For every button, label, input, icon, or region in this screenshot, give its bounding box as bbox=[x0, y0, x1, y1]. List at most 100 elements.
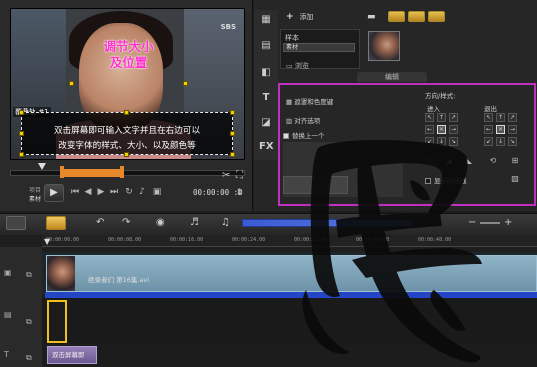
next-frame-icon[interactable]: ▶ bbox=[96, 186, 106, 198]
enter-direction-button[interactable]: ↙ bbox=[425, 137, 434, 146]
title-track-icon[interactable]: T bbox=[4, 350, 9, 359]
sound-mixer-icon[interactable]: ♬ bbox=[190, 217, 199, 228]
preview-screen[interactable]: 调节大小 及位置 SBS 覆叠轨 #1 双击屏幕即可输入文字并且在右边可以 改变… bbox=[10, 8, 245, 160]
play-button[interactable]: ▶ bbox=[44, 184, 64, 202]
subtitle-text-box[interactable]: 双击屏幕即可输入文字并且在右边可以 改变字体的样式、大小、以及颜色等 bbox=[21, 112, 233, 155]
project-mode-label[interactable]: 项目 bbox=[29, 185, 41, 194]
trim-end-marker[interactable] bbox=[120, 166, 124, 178]
video-track-icon[interactable]: ▣ bbox=[4, 268, 12, 277]
folder-icon[interactable]: ▬ bbox=[367, 12, 376, 22]
timecode-stepper-icon[interactable]: ⇕ bbox=[234, 187, 244, 199]
exit-direction-button[interactable]: → bbox=[508, 125, 517, 134]
zoom-in-icon[interactable]: + bbox=[504, 217, 512, 228]
timeline-view-button[interactable] bbox=[46, 216, 66, 230]
show-grid-check[interactable] bbox=[425, 178, 431, 184]
transition-icon[interactable]: ◧ bbox=[259, 67, 273, 79]
overlay-clip[interactable] bbox=[47, 300, 67, 343]
title-track-toggle-icon[interactable]: ⧉ bbox=[26, 353, 32, 363]
video-track-toggle-icon[interactable]: ⧉ bbox=[26, 270, 32, 280]
exit-direction-button[interactable]: ↗ bbox=[508, 113, 517, 122]
filter-fx-icon[interactable]: FX bbox=[259, 141, 274, 153]
enter-direction-button[interactable]: ↑ bbox=[437, 113, 446, 122]
enter-direction-button[interactable]: ↗ bbox=[449, 113, 458, 122]
resize-handle-right[interactable] bbox=[230, 131, 235, 136]
fade-out-icon[interactable]: ◣ bbox=[462, 156, 476, 167]
trim-start-marker[interactable] bbox=[60, 166, 64, 178]
browse-button[interactable]: ▭ 浏览 bbox=[286, 61, 309, 71]
zoom-out-icon[interactable]: − bbox=[468, 217, 476, 228]
expand-icon[interactable]: ⛶ bbox=[236, 170, 243, 181]
enter-direction-button[interactable]: ← bbox=[425, 125, 434, 134]
align-option[interactable]: ▥ 对齐选项 bbox=[286, 115, 320, 125]
exit-direction-button[interactable]: ↙ bbox=[484, 137, 493, 146]
exit-direction-button[interactable]: ← bbox=[484, 125, 493, 134]
previous-frame-icon[interactable]: ◀ bbox=[83, 186, 93, 198]
hd-preview-icon[interactable]: ▣ bbox=[152, 186, 162, 198]
repeat-icon[interactable]: ↻ bbox=[124, 186, 134, 198]
rotate-icon[interactable]: ⟲ bbox=[486, 156, 500, 167]
mask-chroma-option[interactable]: ▦ 遮罩和色度键 bbox=[286, 96, 333, 106]
exit-direction-button[interactable]: ↖ bbox=[484, 113, 493, 122]
playhead-marker-icon[interactable]: ▼ bbox=[44, 237, 50, 246]
zoom-track[interactable] bbox=[480, 222, 500, 224]
library-folder-media[interactable]: 素材 bbox=[283, 43, 355, 52]
instant-project-icon[interactable]: ▤ bbox=[259, 40, 273, 52]
scrubber-handle[interactable] bbox=[38, 163, 46, 170]
pause-motion-icon[interactable]: ⊡ bbox=[422, 156, 436, 167]
record-capture-icon[interactable]: ◉ bbox=[156, 217, 165, 228]
resize-handle-top-left[interactable] bbox=[19, 110, 24, 115]
scrub-bar[interactable] bbox=[10, 170, 245, 176]
enter-direction-button[interactable]: ↘ bbox=[449, 137, 458, 146]
exit-direction-button[interactable]: ↓ bbox=[496, 137, 505, 146]
exit-direction-button[interactable]: ↘ bbox=[508, 137, 517, 146]
redo-icon[interactable]: ↷ bbox=[122, 217, 130, 228]
grid-settings-icon[interactable]: ▨ bbox=[508, 174, 522, 185]
enter-direction-button[interactable]: → bbox=[449, 125, 458, 134]
show-grid-checkbox[interactable]: 显示网格线 bbox=[425, 175, 467, 185]
title-clip[interactable]: 双击屏幕即 bbox=[47, 346, 97, 364]
show-photo-button[interactable] bbox=[408, 11, 425, 22]
library-thumbnail[interactable] bbox=[368, 31, 400, 61]
storyboard-view-button[interactable] bbox=[6, 216, 26, 230]
resize-handle-top[interactable] bbox=[124, 110, 129, 115]
enter-direction-button[interactable]: ↖ bbox=[425, 113, 434, 122]
resize-handle-bottom-left[interactable] bbox=[19, 152, 24, 157]
color-field[interactable] bbox=[318, 176, 348, 194]
title-handle-right[interactable] bbox=[183, 81, 188, 86]
zoom-slider[interactable] bbox=[242, 219, 412, 227]
overlay-track[interactable] bbox=[42, 298, 537, 344]
library-folder-sample[interactable]: 样本 bbox=[285, 33, 299, 43]
exit-direction-button[interactable]: ↑ bbox=[496, 113, 505, 122]
resize-handle-top-right[interactable] bbox=[230, 110, 235, 115]
graphic-icon[interactable]: ◪ bbox=[259, 117, 273, 129]
transparency-icon[interactable]: ⊞ bbox=[508, 156, 522, 167]
resize-handle-bottom[interactable] bbox=[124, 152, 129, 157]
scrub-trim-range[interactable] bbox=[62, 169, 122, 177]
overlay-track-icon[interactable]: ▤ bbox=[4, 310, 12, 319]
show-audio-button[interactable] bbox=[428, 11, 445, 22]
fade-in-icon[interactable]: ◢ bbox=[442, 156, 456, 167]
exit-direction-button[interactable]: ✕ bbox=[496, 125, 505, 134]
overlay-track-toggle-icon[interactable]: ⧉ bbox=[26, 317, 32, 327]
tab-edit[interactable]: 编辑 bbox=[357, 72, 427, 82]
show-video-button[interactable] bbox=[388, 11, 405, 22]
title-icon[interactable]: T bbox=[259, 92, 273, 104]
title-track[interactable] bbox=[42, 344, 537, 367]
media-library-icon[interactable]: ▦ bbox=[259, 14, 273, 26]
resize-handle-left[interactable] bbox=[19, 131, 24, 136]
duration-field[interactable] bbox=[283, 176, 315, 194]
resize-handle-bottom-right[interactable] bbox=[230, 152, 235, 157]
add-button[interactable]: + 添加 bbox=[286, 12, 314, 24]
split-clip-icon[interactable]: ✂ bbox=[222, 170, 230, 181]
enter-direction-button[interactable]: ↓ bbox=[437, 137, 446, 146]
clip-mode-label[interactable]: 素材 bbox=[29, 194, 41, 203]
volume-icon[interactable]: ♪ bbox=[137, 186, 147, 198]
go-to-end-icon[interactable]: ⏭ bbox=[109, 186, 119, 198]
title-handle-left[interactable] bbox=[69, 81, 74, 86]
replace-last-check[interactable] bbox=[283, 133, 289, 139]
go-to-start-icon[interactable]: ⏮ bbox=[70, 186, 80, 198]
replace-last-checkbox[interactable]: 替换上一个 bbox=[283, 130, 325, 140]
preview-title-overlay[interactable]: 调节大小 及位置 bbox=[61, 39, 196, 71]
enter-direction-button[interactable]: ✕ bbox=[437, 125, 446, 134]
undo-icon[interactable]: ↶ bbox=[96, 217, 104, 228]
